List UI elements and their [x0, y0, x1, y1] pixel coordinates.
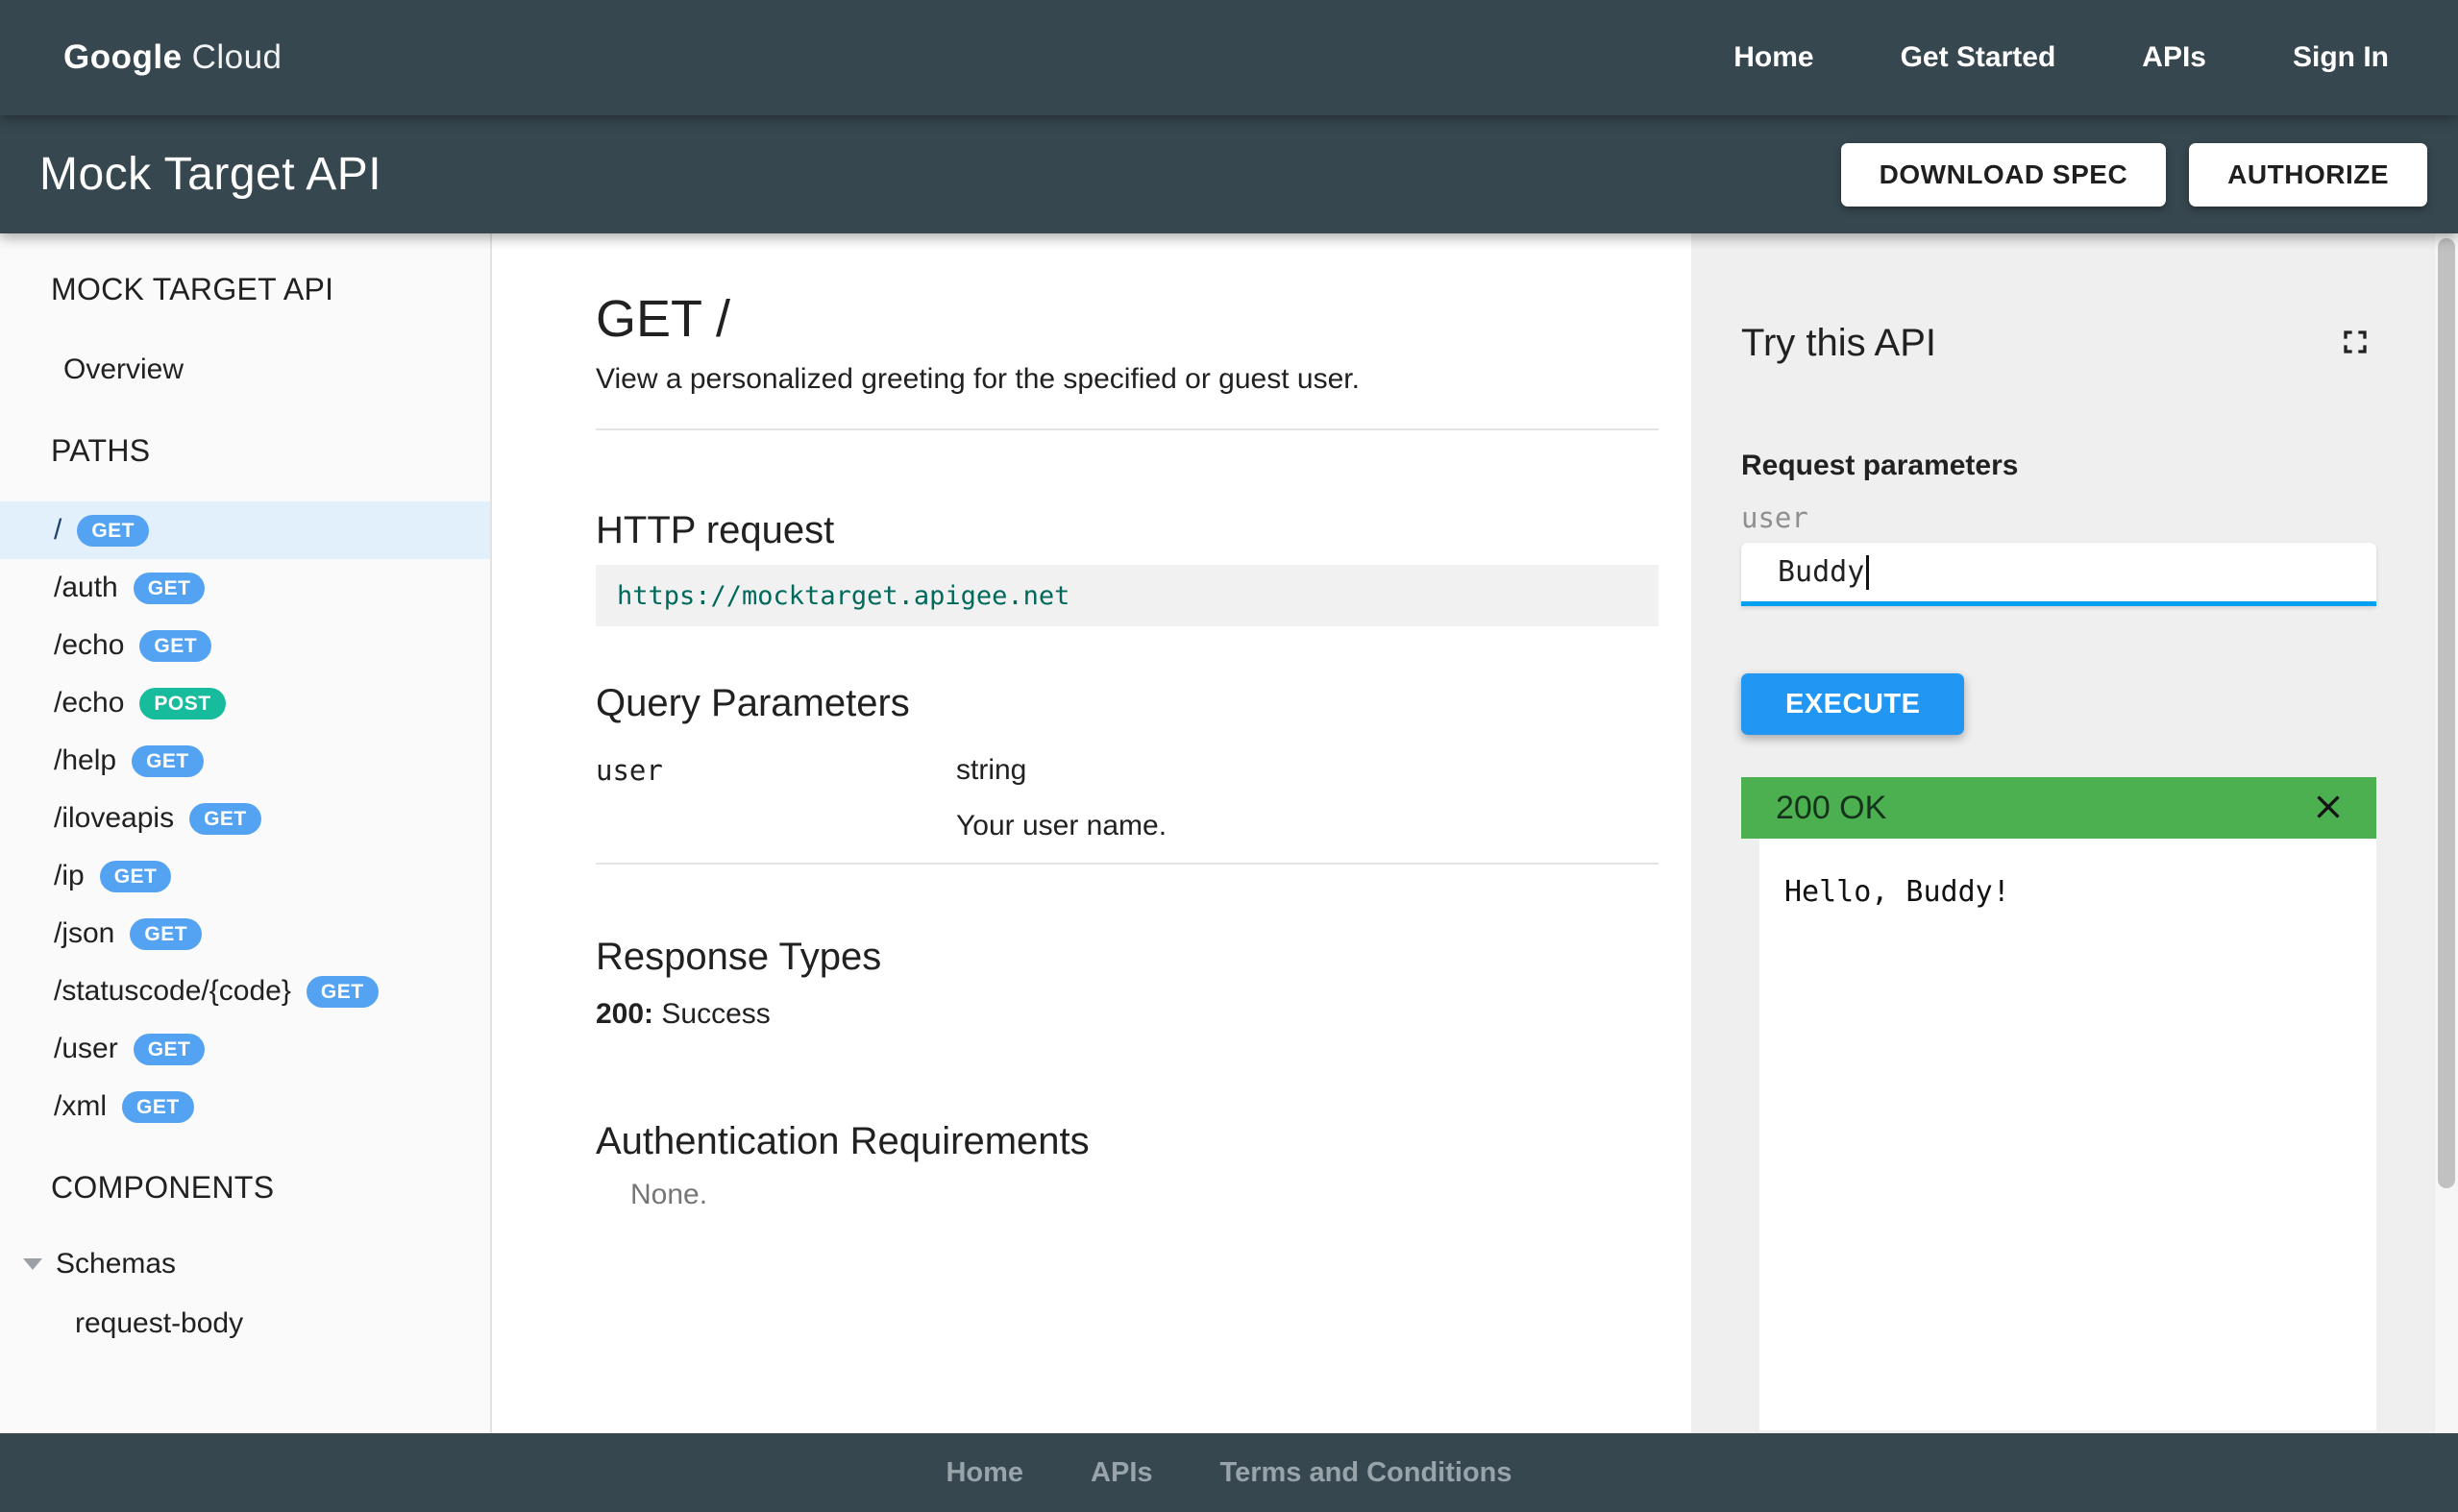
execute-button[interactable]: EXECUTE — [1741, 673, 1965, 735]
method-badge-get: GET — [306, 975, 379, 1008]
sidebar-path-list: / GET /auth GET /echo GET /echo POST /he… — [0, 501, 490, 1135]
param-name: user — [596, 754, 663, 787]
try-panel-header: Try this API — [1741, 320, 2376, 366]
footer-link-terms[interactable]: Terms and Conditions — [1220, 1457, 1512, 1489]
scrollbar-track — [2433, 233, 2458, 1433]
operation-description: View a personalized greeting for the spe… — [596, 363, 1360, 395]
user-field-label: user — [1741, 501, 1808, 534]
authorize-button[interactable]: AUTHORIZE — [2189, 142, 2427, 207]
sidebar-item-request-body[interactable]: request-body — [0, 1305, 490, 1343]
response-body-text: Hello, Buddy! — [1784, 875, 2010, 909]
method-badge-get: GET — [132, 744, 204, 777]
sidebar-item-echo-get[interactable]: /echo GET — [0, 617, 490, 674]
sidebar-item-schemas[interactable]: Schemas — [0, 1245, 490, 1283]
download-spec-button[interactable]: DOWNLOAD SPEC — [1840, 142, 2167, 207]
sidebar-item-echo-post[interactable]: /echo POST — [0, 674, 490, 732]
divider — [596, 428, 1659, 430]
sidebar-item-ip-get[interactable]: /ip GET — [0, 847, 490, 905]
method-badge-get: GET — [77, 514, 150, 547]
sidebar-item-help-get[interactable]: /help GET — [0, 732, 490, 790]
sidebar-item-overview[interactable]: Overview — [0, 351, 490, 389]
user-input[interactable]: Buddy — [1741, 543, 2376, 606]
response-types-heading: Response Types — [596, 936, 882, 978]
close-icon[interactable] — [2307, 787, 2349, 829]
sidebar-item-user-get[interactable]: /user GET — [0, 1020, 490, 1078]
param-type: string — [956, 754, 1027, 786]
method-badge-get: GET — [130, 917, 203, 950]
response-type-row: 200: Success — [596, 997, 1659, 1032]
method-badge-post: POST — [139, 687, 226, 719]
response-body: Hello, Buddy! — [1759, 839, 2376, 1430]
try-panel-title: Try this API — [1741, 321, 1937, 364]
http-request-url-box: https://mocktarget.apigee.net — [596, 565, 1659, 626]
logo-google-text: Google — [63, 38, 183, 76]
try-this-api-panel: Try this API Request parameters user Bud… — [1691, 233, 2458, 1433]
chevron-down-icon — [23, 1258, 42, 1270]
footer: Home APIs Terms and Conditions — [0, 1433, 2458, 1512]
content-area: MOCK TARGET API Overview PATHS / GET /au… — [0, 233, 2458, 1433]
param-row: user string — [596, 753, 1659, 788]
topnav-links: Home Get Started APIs Sign In — [1733, 41, 2389, 74]
sidebar-item-root-get[interactable]: / GET — [0, 501, 490, 559]
fullscreen-icon[interactable] — [2334, 322, 2376, 364]
hero-actions: DOWNLOAD SPEC AUTHORIZE — [1840, 142, 2427, 207]
sidebar-paths-header: PATHS — [51, 433, 151, 468]
auth-requirements-value: None. — [630, 1179, 708, 1210]
nav-link-sign-in[interactable]: Sign In — [2293, 41, 2389, 74]
google-cloud-logo[interactable]: Google Cloud — [63, 38, 283, 77]
response-card: 200 OK Hello, Buddy! — [1741, 777, 2376, 1430]
user-input-value: Buddy — [1778, 555, 1865, 589]
operation-title: GET / — [596, 290, 731, 348]
sidebar: MOCK TARGET API Overview PATHS / GET /au… — [0, 233, 492, 1433]
nav-link-apis[interactable]: APIs — [2142, 41, 2206, 74]
scrollbar-thumb[interactable] — [2438, 238, 2455, 1188]
http-request-heading: HTTP request — [596, 509, 835, 551]
sidebar-item-iloveapis-get[interactable]: /iloveapis GET — [0, 790, 490, 847]
text-cursor — [1866, 554, 1870, 590]
method-badge-get: GET — [99, 860, 172, 892]
nav-link-home[interactable]: Home — [1733, 41, 1813, 74]
method-badge-get: GET — [139, 629, 212, 662]
response-label: Success — [661, 998, 771, 1030]
footer-link-apis[interactable]: APIs — [1091, 1457, 1152, 1489]
method-badge-get: GET — [122, 1090, 194, 1123]
method-badge-get: GET — [133, 572, 206, 604]
api-title: Mock Target API — [39, 149, 382, 200]
response-code: 200: — [596, 998, 654, 1030]
sidebar-item-statuscode-get[interactable]: /statuscode/{code} GET — [0, 963, 490, 1020]
sidebar-item-xml-get[interactable]: /xml GET — [0, 1078, 490, 1135]
param-description: Your user name. — [956, 810, 1168, 841]
logo-cloud-text: Cloud — [191, 38, 283, 76]
method-badge-get: GET — [133, 1033, 206, 1065]
operation-detail: GET / View a personalized greeting for t… — [492, 233, 1691, 1433]
footer-link-home[interactable]: Home — [946, 1457, 1023, 1489]
sidebar-item-json-get[interactable]: /json GET — [0, 905, 490, 963]
nav-link-get-started[interactable]: Get Started — [1901, 41, 2056, 74]
response-status-bar: 200 OK — [1741, 777, 2376, 839]
auth-requirements-heading: Authentication Requirements — [596, 1120, 1090, 1162]
divider — [596, 863, 1659, 865]
sidebar-components-header: COMPONENTS — [51, 1170, 275, 1205]
response-status: 200 OK — [1776, 789, 1887, 826]
api-title-bar: Mock Target API DOWNLOAD SPEC AUTHORIZE — [0, 115, 2458, 233]
sidebar-api-title: MOCK TARGET API — [51, 272, 334, 306]
request-parameters-label: Request parameters — [1741, 450, 2019, 481]
query-params-heading: Query Parameters — [596, 682, 910, 724]
request-url: https://mocktarget.apigee.net — [617, 580, 1070, 611]
method-badge-get: GET — [189, 802, 261, 835]
top-navbar: Google Cloud Home Get Started APIs Sign … — [0, 0, 2458, 115]
sidebar-item-auth-get[interactable]: /auth GET — [0, 559, 490, 617]
